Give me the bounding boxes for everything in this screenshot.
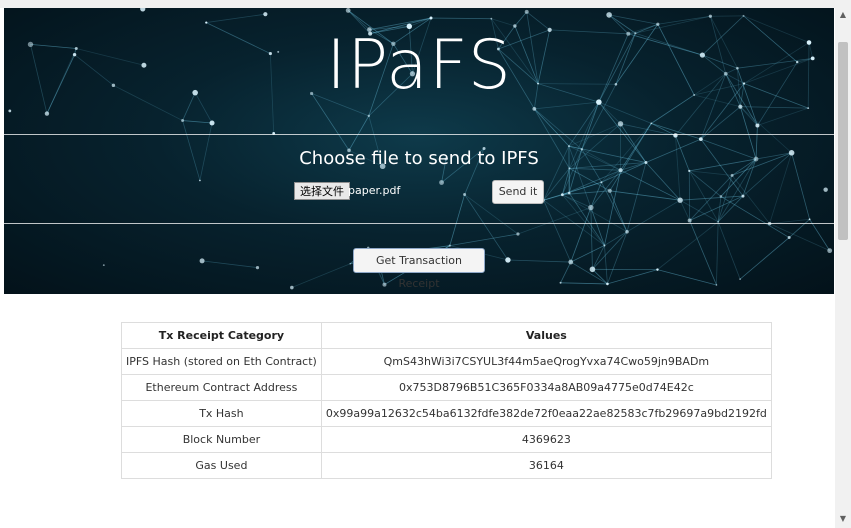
scroll-down-icon[interactable]: ▼ <box>835 512 851 526</box>
choose-file-button[interactable]: 选择文件 <box>294 182 350 200</box>
divider-line-bottom <box>4 223 834 224</box>
scrollbar-thumb[interactable] <box>838 42 848 240</box>
selected-file-name: paper.pdf <box>348 184 401 197</box>
divider-line-top <box>4 134 834 135</box>
column-header-values: Values <box>320 322 772 349</box>
send-button[interactable]: Send it <box>492 180 544 204</box>
row-category-gas-used: Gas Used <box>121 452 322 479</box>
row-value-ipfs-hash: QmS43hWi3i7CSYUL3f44m5aeQrogYvxa74Cwo59j… <box>320 348 772 375</box>
upload-heading: Choose file to send to IPFS <box>299 148 539 169</box>
hero-banner: IPaFS Choose file to send to IPFS 选择文件 p… <box>4 8 834 294</box>
row-category-block-number: Block Number <box>121 426 322 453</box>
table-row: IPFS Hash (stored on Eth Contract) QmS43… <box>121 348 772 375</box>
row-value-block-number: 4369623 <box>320 426 772 453</box>
row-value-contract-address: 0x753D8796B51C365F0334a8AB09a4775e0d74E4… <box>320 374 772 401</box>
vertical-scrollbar[interactable]: ▲ ▼ <box>835 0 851 528</box>
app-title: IPaFS <box>326 26 512 105</box>
row-value-gas-used: 36164 <box>320 452 772 479</box>
get-receipt-button[interactable]: Get Transaction Receipt <box>353 248 485 290</box>
column-header-category: Tx Receipt Category <box>121 322 322 349</box>
row-category-tx-hash: Tx Hash <box>121 400 322 427</box>
window-top-border <box>0 0 851 8</box>
table-row: Ethereum Contract Address 0x753D8796B51C… <box>121 374 772 401</box>
table-header-row: Tx Receipt Category Values <box>121 322 772 349</box>
table-row: Gas Used 36164 <box>121 452 772 479</box>
scroll-up-icon[interactable]: ▲ <box>835 8 851 22</box>
row-value-tx-hash: 0x99a99a12632c54ba6132fdfe382de72f0eaa22… <box>320 400 772 427</box>
table-row: Block Number 4369623 <box>121 426 772 453</box>
row-category-contract-address: Ethereum Contract Address <box>121 374 322 401</box>
table-row: Tx Hash 0x99a99a12632c54ba6132fdfe382de7… <box>121 400 772 427</box>
receipt-table: Tx Receipt Category Values IPFS Hash (st… <box>121 322 772 479</box>
row-category-ipfs-hash: IPFS Hash (stored on Eth Contract) <box>121 348 322 375</box>
